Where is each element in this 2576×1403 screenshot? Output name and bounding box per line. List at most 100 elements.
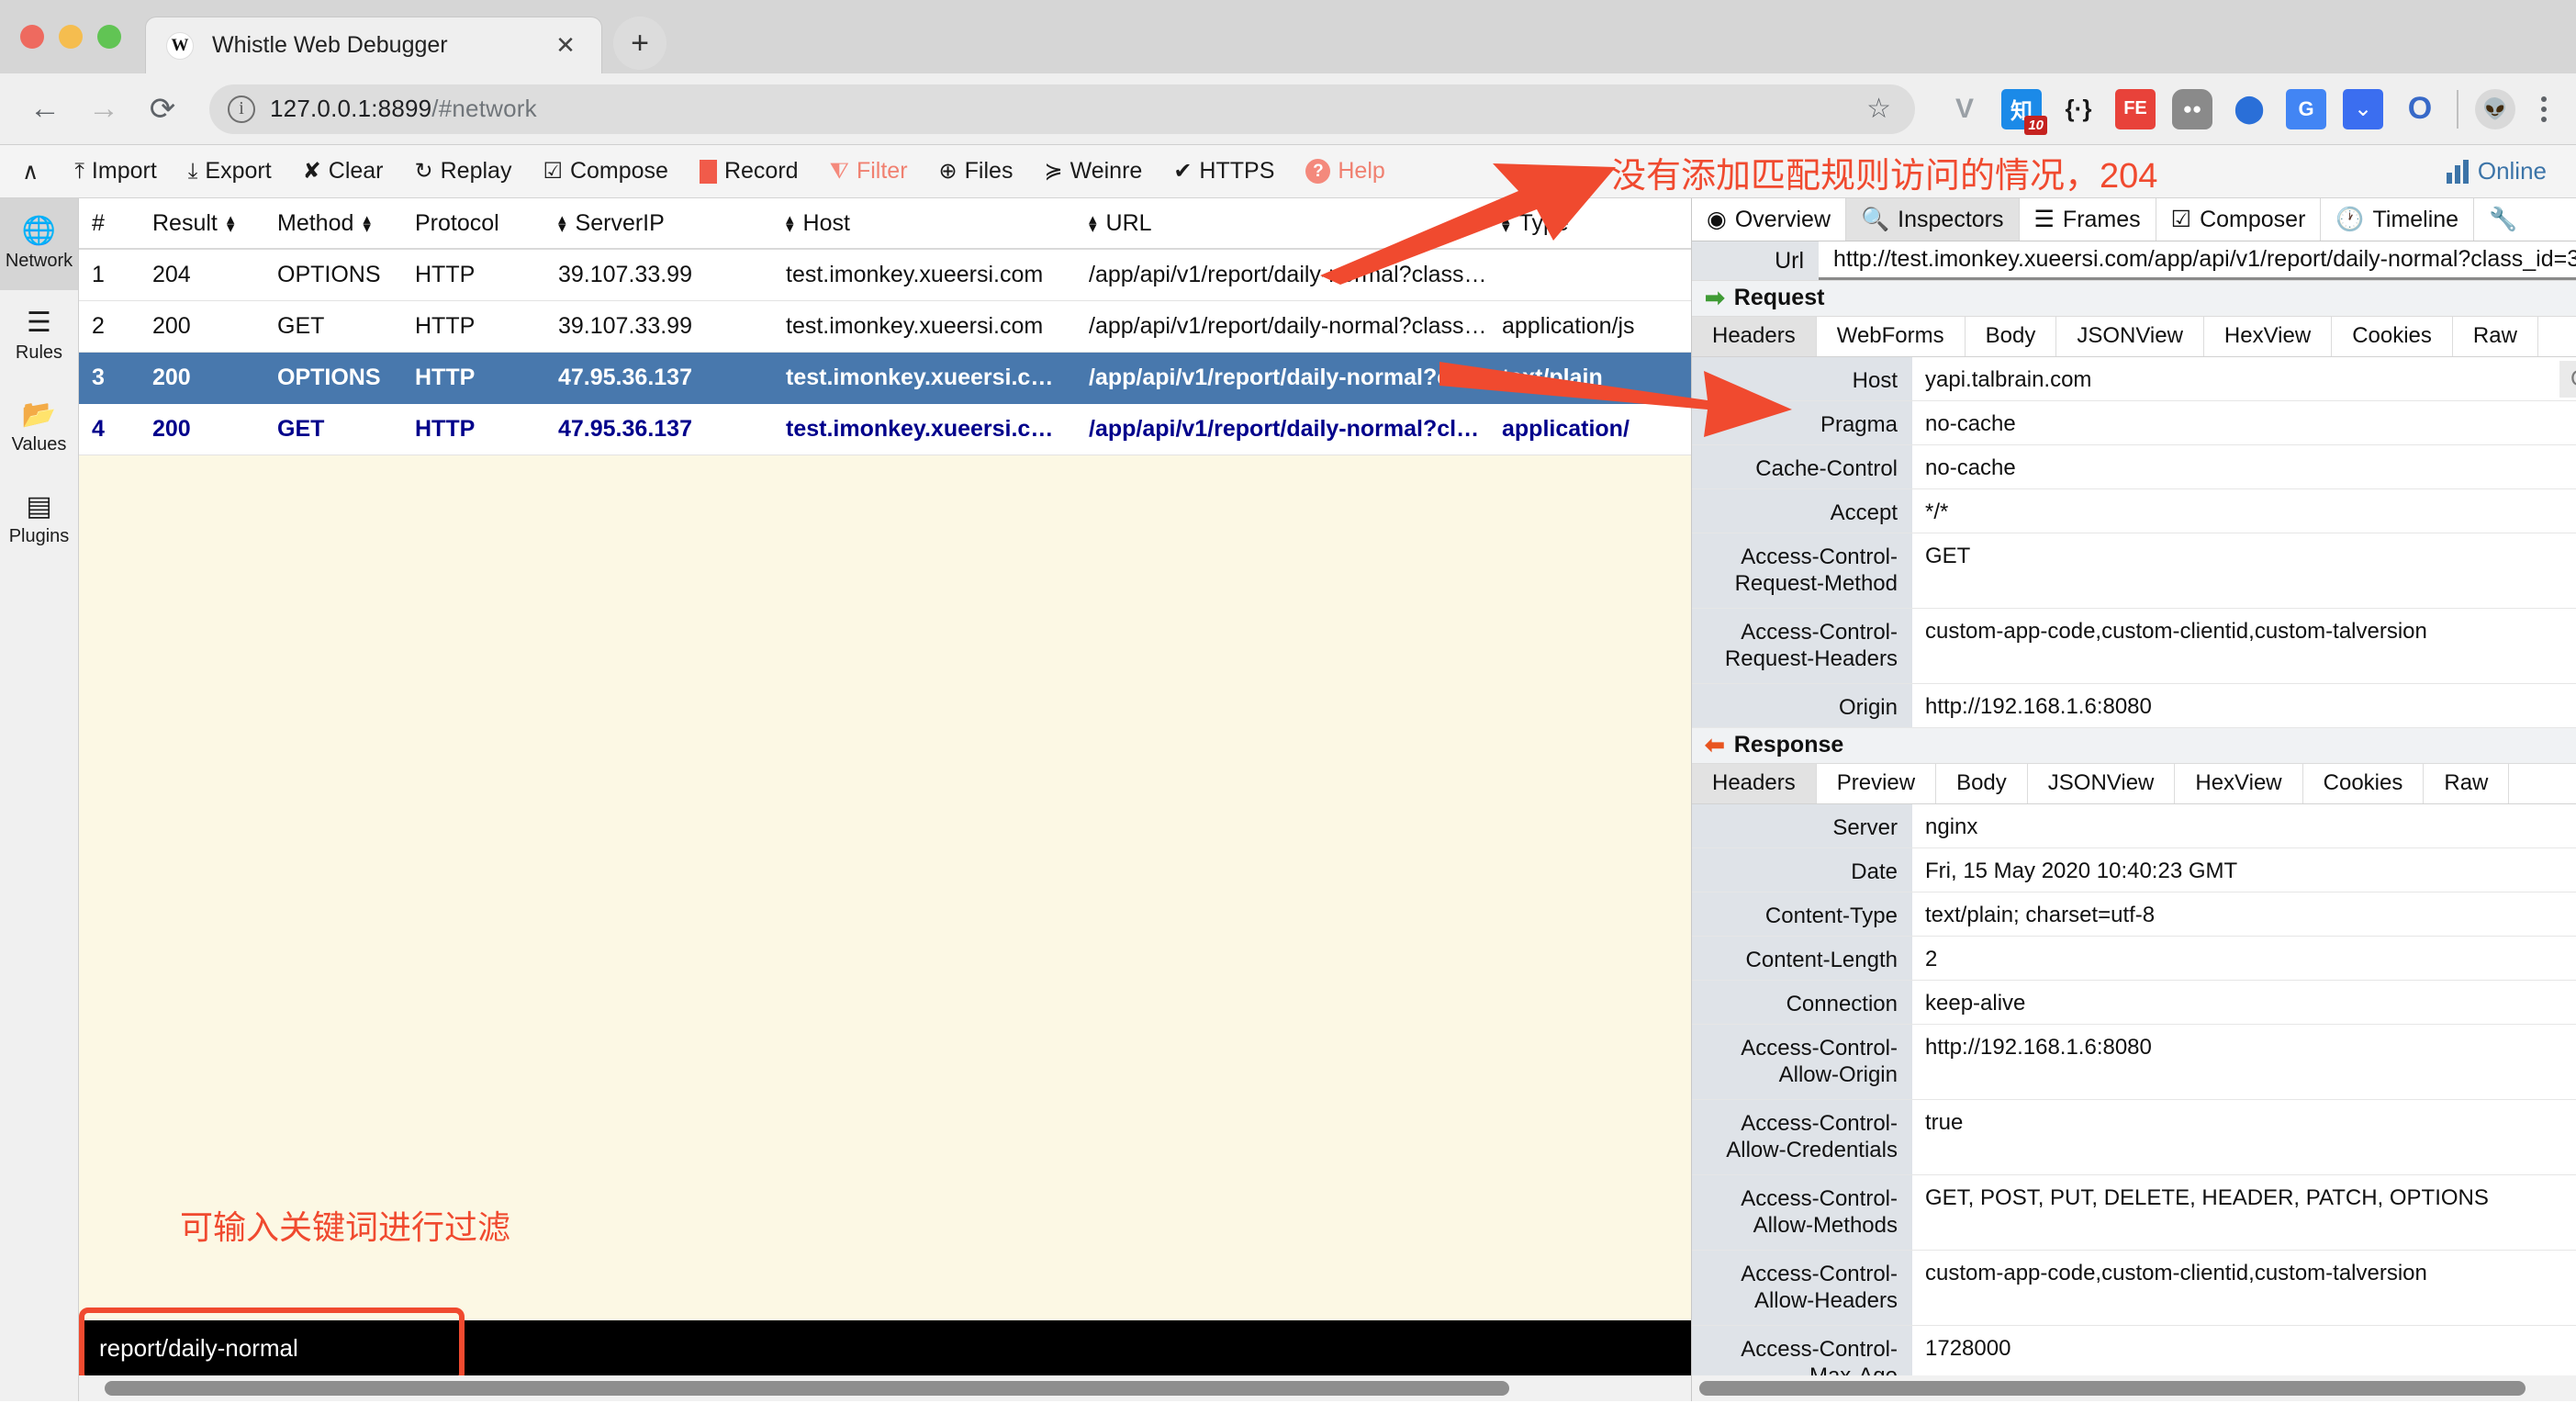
sidebar-item-rules[interactable]: ☰ Rules <box>0 290 78 382</box>
sidebar-item-values[interactable]: 📂 Values <box>0 382 78 474</box>
minimize-window-button[interactable] <box>59 25 83 49</box>
sidebar-item-plugins[interactable]: ▤ Plugins <box>0 474 78 566</box>
table-row[interactable]: 3 200 OPTIONS HTTP 47.95.36.137 test.imo… <box>79 353 1691 404</box>
request-tab-webforms[interactable]: WebForms <box>1817 316 1966 356</box>
filter-button[interactable]: ⧨ Filter <box>814 158 924 185</box>
sidebar-item-network[interactable]: 🌐 Network <box>0 198 78 290</box>
clear-button[interactable]: ✘ Clear <box>287 158 399 185</box>
scrollbar-thumb[interactable] <box>105 1381 1509 1396</box>
response-tab-headers[interactable]: Headers <box>1692 763 1817 803</box>
table-row[interactable]: 4 200 GET HTTP 47.95.36.137 test.imonkey… <box>79 404 1691 455</box>
globe-icon: 🌐 <box>21 215 57 246</box>
response-tab-hexview[interactable]: HexView <box>2175 763 2303 803</box>
response-tab-body[interactable]: Body <box>1936 763 2028 803</box>
help-button[interactable]: ? Help <box>1290 158 1400 185</box>
export-button[interactable]: ⤓ Export <box>173 158 287 185</box>
column-label: Result <box>152 209 218 236</box>
inspector-horizontal-scrollbar[interactable] <box>1692 1375 2576 1401</box>
request-tab-hexview[interactable]: HexView <box>2204 316 2333 356</box>
browser-tab[interactable]: W Whistle Web Debugger ✕ <box>145 17 602 73</box>
cell-url: /app/api/v1/report/daily-normal?clas… <box>1089 416 1489 442</box>
sort-icon[interactable]: ▴ ▾ <box>363 211 371 235</box>
tab-settings[interactable]: 🔧 <box>2474 198 2532 241</box>
table-row[interactable]: 2 200 GET HTTP 39.107.33.99 test.imonkey… <box>79 301 1691 353</box>
browser-menu-icon[interactable] <box>2532 95 2556 122</box>
column-header-host[interactable]: ▴ ▾ Host <box>773 210 1076 237</box>
tab-overview[interactable]: ◉ Overview <box>1692 198 1847 241</box>
reload-icon[interactable]: ⟳ <box>138 84 187 134</box>
location-pin-icon[interactable]: ⬤ <box>2229 89 2269 129</box>
download-chevron-icon[interactable]: ⌄ <box>2343 88 2383 129</box>
address-bar[interactable]: i 127.0.0.1:8899/#network ☆ <box>209 84 1915 134</box>
search-input[interactable]: report/daily-normal <box>79 1320 1691 1375</box>
import-button[interactable]: ⤒ Import <box>59 158 172 185</box>
tab-composer[interactable]: ☑ Composer <box>2156 198 2322 241</box>
forward-icon[interactable]: → <box>79 84 129 134</box>
sort-icon[interactable]: ▴ ▾ <box>558 211 566 235</box>
sort-icon[interactable]: ▴ ▾ <box>227 211 235 235</box>
header-value: 2 <box>1925 947 1938 971</box>
sort-icon[interactable]: ▴ ▾ <box>786 211 794 235</box>
header-row: Access-Control-Request-Method GET <box>1692 533 2576 609</box>
close-window-button[interactable] <box>20 25 44 49</box>
column-header-url[interactable]: ▴ ▾ URL <box>1076 210 1489 237</box>
new-tab-button[interactable]: + <box>613 17 666 70</box>
column-header-type[interactable]: ▴ ▾ Type <box>1489 210 1691 237</box>
tab-inspectors[interactable]: 🔍 Inspectors <box>1846 198 2020 241</box>
response-tab-jsonview[interactable]: JSONView <box>2028 763 2176 803</box>
request-tab-raw[interactable]: Raw <box>2453 316 2538 356</box>
table-row[interactable]: 1 204 OPTIONS HTTP 39.107.33.99 test.imo… <box>79 250 1691 301</box>
whistle-app: ∧ ⤒ Import ⤓ Export ✘ Clear ↻ Replay ☑ C… <box>0 145 2576 1401</box>
header-key: Server <box>1692 804 1912 847</box>
record-button[interactable]: Record <box>684 158 814 185</box>
weinre-icon: ≽ <box>1044 159 1063 184</box>
sort-icon[interactable]: ▴ ▾ <box>1089 211 1097 235</box>
close-icon[interactable]: ✕ <box>550 31 581 60</box>
alien-avatar-icon[interactable]: 👽 <box>2475 88 2515 129</box>
replay-button[interactable]: ↻ Replay <box>399 158 528 185</box>
panda-icon[interactable]: ●● <box>2172 88 2212 129</box>
maximize-window-button[interactable] <box>97 25 121 49</box>
files-button[interactable]: ⊕ Files <box>924 158 1029 185</box>
zhihu-badge: 10 <box>2024 115 2047 135</box>
collapse-icon[interactable]: ∧ <box>17 158 59 185</box>
tab-frames[interactable]: ☰ Frames <box>2020 198 2156 241</box>
copy-button[interactable]: Copy <box>2559 360 2576 398</box>
online-status[interactable]: Online <box>2446 157 2547 185</box>
request-tab-body[interactable]: Body <box>1966 316 2057 356</box>
request-tab-jsonview[interactable]: JSONView <box>2056 316 2204 356</box>
column-header-serverip[interactable]: ▴ ▾ ServerIP <box>545 210 773 237</box>
response-tab-cookies[interactable]: Cookies <box>2303 763 2425 803</box>
compose-button[interactable]: ☑ Compose <box>527 158 684 185</box>
sort-icon[interactable]: ▴ ▾ <box>1502 211 1510 235</box>
google-translate-icon[interactable]: G <box>2286 88 2326 129</box>
column-header-result[interactable]: Result ▴ ▾ <box>140 210 264 237</box>
column-header-protocol[interactable]: Protocol <box>402 210 545 237</box>
vimium-icon[interactable]: V <box>1944 89 1985 129</box>
column-header-num[interactable]: # <box>79 210 140 237</box>
tab-label: Overview <box>1734 206 1831 232</box>
site-info-icon[interactable]: i <box>228 95 255 123</box>
tab-timeline[interactable]: 🕐 Timeline <box>2321 198 2475 241</box>
https-button[interactable]: ✔ HTTPS <box>1158 158 1290 185</box>
header-key: Content-Length <box>1692 937 1912 980</box>
column-header-method[interactable]: Method ▴ ▾ <box>264 210 402 237</box>
zhihu-icon[interactable]: 知 10 <box>2001 88 2047 135</box>
response-tab-preview[interactable]: Preview <box>1817 763 1937 803</box>
fe-helper-icon[interactable]: FE <box>2115 88 2156 129</box>
url-value[interactable]: http://test.imonkey.xueersi.com/app/api/… <box>1819 241 2576 280</box>
sidebar: 🌐 Network ☰ Rules 📂 Values ▤ Plugins <box>0 198 79 1401</box>
scrollbar-thumb[interactable] <box>1699 1381 2526 1396</box>
request-tab-headers[interactable]: Headers <box>1692 316 1817 356</box>
cell-protocol: HTTP <box>415 262 476 287</box>
bookmark-star-icon[interactable]: ☆ <box>1866 93 1897 125</box>
back-icon[interactable]: ← <box>20 84 70 134</box>
response-tab-raw[interactable]: Raw <box>2424 763 2510 803</box>
opera-ring-icon[interactable]: O <box>2400 89 2440 129</box>
weinre-button[interactable]: ≽ Weinre <box>1028 158 1158 185</box>
json-formatter-icon[interactable]: {·} <box>2058 89 2099 129</box>
horizontal-scrollbar[interactable] <box>79 1375 1691 1401</box>
request-tab-cookies[interactable]: Cookies <box>2332 316 2453 356</box>
compose-icon: ☑ <box>543 159 563 184</box>
table-header: # Result ▴ ▾ Method ▴ ▾ Protocol ▴ ▾ Ser… <box>79 198 1691 250</box>
